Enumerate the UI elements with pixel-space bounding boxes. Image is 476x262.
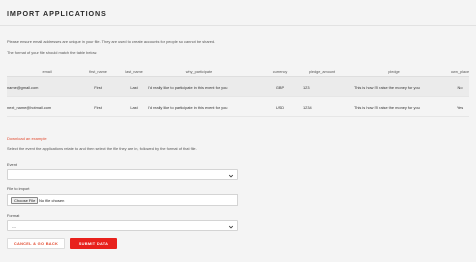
cell-why-participate: I'd really like to participate in this e… [148, 105, 228, 110]
example-format-table: email first_name last_name why_participa… [7, 68, 469, 117]
column-header-why-participate: why_participate [185, 70, 213, 74]
download-example-link[interactable]: Download an example [7, 136, 47, 141]
choose-file-button[interactable]: Choose File [11, 197, 39, 204]
cell-why-participate: I'd really like to participate in this e… [148, 85, 228, 90]
column-header-own-place: own_place [450, 70, 470, 74]
cell-last-name: Last [130, 85, 138, 90]
chevron-down-icon [228, 225, 234, 228]
column-header-currency: currency [272, 70, 288, 74]
column-header-last-name: last_name [125, 70, 143, 74]
cell-pledge-amount: 123 [303, 85, 310, 90]
event-select[interactable] [7, 169, 238, 180]
cancel-go-back-button[interactable]: CANCEL & GO BACK [7, 238, 65, 249]
cell-last-name: Last [130, 105, 138, 110]
cell-first-name: First [94, 85, 102, 90]
column-header-pledge-amount: pledge_amount [308, 70, 336, 74]
column-header-email: email [42, 70, 52, 74]
cell-first-name: First [94, 105, 102, 110]
table-header: email first_name last_name why_participa… [7, 68, 469, 77]
event-label: Event [7, 162, 17, 167]
format-select-value: --- [12, 224, 16, 229]
import-applications-page: IMPORT APPLICATIONS Please ensure email … [0, 0, 476, 262]
chevron-down-icon [228, 174, 234, 177]
table-row: name@gmail.com First Last I'd really lik… [7, 77, 469, 97]
cell-email: name@gmail.com [7, 85, 39, 90]
intro-line-unique-emails: Please ensure email addresses are unique… [7, 39, 216, 44]
file-to-import-label: File to import [7, 186, 30, 191]
title-divider [0, 25, 476, 26]
file-status-text: No file chosen [39, 198, 65, 203]
form-instruction: Select the event the applications relate… [7, 146, 197, 151]
page-title: IMPORT APPLICATIONS [7, 9, 107, 18]
column-header-pledge: pledge [388, 70, 400, 74]
format-select[interactable]: --- [7, 220, 238, 231]
cell-email: next_name@hotmail.com [7, 105, 52, 110]
column-header-first-name: first_name [89, 70, 107, 74]
cell-pledge: This is how I'll raise the money for you [354, 85, 420, 90]
cell-pledge: This is how I'll raise the money for you [354, 105, 420, 110]
table-row: next_name@hotmail.com First Last I'd rea… [7, 97, 469, 117]
cell-currency: USD [275, 105, 285, 110]
cell-own-place: Yes [456, 105, 464, 110]
submit-data-button[interactable]: SUBMIT DATA [70, 238, 117, 249]
cell-pledge-amount: 1234 [303, 105, 312, 110]
file-input: Choose File No file chosen [7, 194, 238, 206]
intro-line-format: The format of your file should match the… [7, 50, 98, 55]
cell-currency: GBP [275, 85, 285, 90]
cell-own-place: No [457, 85, 463, 90]
format-label: Format [7, 213, 20, 218]
